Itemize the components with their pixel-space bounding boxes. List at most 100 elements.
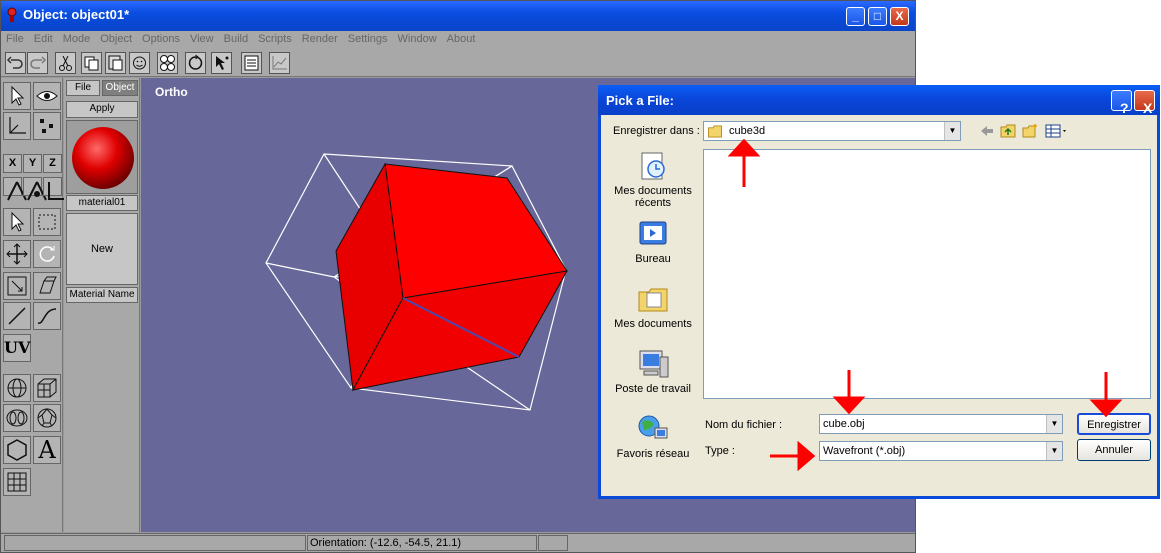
view-menu-icon[interactable] <box>1045 123 1069 139</box>
paste-button[interactable] <box>105 52 126 74</box>
select-tool[interactable] <box>3 82 31 110</box>
box-tool[interactable] <box>33 374 61 402</box>
curve-icon <box>37 308 57 324</box>
list-button[interactable] <box>241 52 262 74</box>
rect-select-tool[interactable] <box>33 208 61 236</box>
status-bar: Orientation: (-12.6, -54.5, 21.1) <box>1 533 915 552</box>
menu-build[interactable]: Build <box>219 31 253 47</box>
move-tool[interactable] <box>3 240 31 268</box>
graph-button[interactable] <box>269 52 290 74</box>
undo-button[interactable] <box>5 52 26 74</box>
menu-settings[interactable]: Settings <box>343 31 393 47</box>
save-button[interactable]: Enregistrer <box>1077 413 1151 435</box>
z-axis-button[interactable]: Z <box>43 154 62 173</box>
scale-tool[interactable] <box>3 272 31 300</box>
material-preview[interactable] <box>66 120 138 194</box>
pick-tool[interactable] <box>3 208 31 236</box>
filename-value: cube.obj <box>823 418 865 430</box>
chevron-down-icon: ▼ <box>1046 442 1062 460</box>
menu-mode[interactable]: Mode <box>58 31 96 47</box>
apply-button[interactable]: Apply <box>66 101 138 118</box>
cancel-button[interactable]: Annuler <box>1077 439 1151 461</box>
axes-tool[interactable] <box>3 112 31 140</box>
maximize-button[interactable]: □ <box>868 7 887 26</box>
my-documents-icon <box>638 288 668 312</box>
place-desktop[interactable]: Bureau <box>606 217 700 265</box>
tab-object[interactable]: Object <box>102 80 138 96</box>
shear-tool[interactable] <box>33 272 61 300</box>
curve-tool[interactable] <box>33 302 61 330</box>
new-folder-icon[interactable] <box>1022 123 1038 139</box>
view-tool[interactable] <box>33 82 61 110</box>
x-axis-button[interactable]: X <box>3 154 22 173</box>
file-list[interactable] <box>703 149 1151 399</box>
menu-edit[interactable]: Edit <box>29 31 58 47</box>
sphere-tool[interactable] <box>3 374 31 402</box>
dialog-close-button[interactable]: X <box>1134 90 1155 116</box>
help-icon: ? <box>1120 100 1129 116</box>
rotate-tool[interactable] <box>33 240 61 268</box>
my-computer-icon <box>639 350 669 378</box>
pick-file-dialog: Pick a File: ? X Enregistrer dans : cube… <box>598 85 1160 499</box>
back-icon[interactable] <box>979 123 995 139</box>
torus-tool[interactable] <box>3 404 31 432</box>
menu-object[interactable]: Object <box>95 31 137 47</box>
points-tool[interactable] <box>33 112 61 140</box>
up-folder-icon[interactable] <box>1000 123 1016 139</box>
menu-render[interactable]: Render <box>297 31 343 47</box>
app-icon <box>7 7 17 22</box>
grid-icon <box>7 472 27 492</box>
help-button[interactable]: ? <box>1111 90 1132 116</box>
polygon-tool[interactable] <box>3 436 31 464</box>
orientation-readout: Orientation: (-12.6, -54.5, 21.1) <box>307 535 537 551</box>
align-tool-3[interactable] <box>43 177 66 200</box>
filename-input[interactable]: cube.obj ▼ <box>819 414 1063 434</box>
place-my-computer[interactable]: Poste de travail <box>606 347 700 395</box>
material-button[interactable] <box>129 52 150 74</box>
align-tool-2[interactable] <box>23 177 47 201</box>
menu-file[interactable]: File <box>1 31 29 47</box>
spheres-button[interactable] <box>157 52 178 74</box>
save-in-dropdown[interactable]: cube3d ▼ <box>703 121 961 141</box>
place-network[interactable]: Favoris réseau <box>606 412 700 460</box>
file-type-dropdown[interactable]: Wavefront (*.obj) ▼ <box>819 441 1063 461</box>
scale-icon <box>7 276 27 296</box>
close-button[interactable]: X <box>890 7 909 26</box>
line-tool[interactable] <box>3 302 31 330</box>
tab-file[interactable]: File <box>66 80 100 96</box>
new-material-button[interactable]: New <box>66 213 138 285</box>
place-recent-label: Mes documents récents <box>614 185 692 209</box>
point-cursor-icon <box>216 56 229 70</box>
align-tool-1[interactable] <box>3 177 27 201</box>
chevron-down-icon: ▼ <box>944 122 960 140</box>
menu-window[interactable]: Window <box>393 31 442 47</box>
geodesic-tool[interactable] <box>33 404 61 432</box>
select-point-button[interactable] <box>211 52 232 74</box>
place-my-documents[interactable]: Mes documents <box>606 282 700 330</box>
uv-tool[interactable]: UV <box>3 334 31 362</box>
grid-tool[interactable] <box>3 468 31 496</box>
menu-about[interactable]: About <box>442 31 481 47</box>
minimize-icon: _ <box>852 9 859 23</box>
place-my-computer-label: Poste de travail <box>615 383 691 395</box>
material-name-label: Material Name <box>66 287 138 303</box>
text-tool[interactable]: A <box>33 436 61 464</box>
minimize-button[interactable]: _ <box>846 7 865 26</box>
menu-scripts[interactable]: Scripts <box>253 31 297 47</box>
copy-icon <box>84 56 99 71</box>
place-recent[interactable]: Mes documents récents <box>606 149 700 209</box>
dialog-title-bar[interactable]: Pick a File: ? X <box>598 85 1160 116</box>
copy-button[interactable] <box>81 52 102 74</box>
menu-view[interactable]: View <box>185 31 219 47</box>
title-bar[interactable]: Object: object01* _ □ X <box>1 1 915 31</box>
maximize-icon: □ <box>873 9 882 23</box>
redo-icon <box>30 56 47 69</box>
geodesic-icon <box>37 408 57 428</box>
y-axis-button[interactable]: Y <box>23 154 42 173</box>
rotate-icon <box>188 54 203 70</box>
cut-button[interactable] <box>55 52 76 74</box>
undo-icon <box>6 56 23 69</box>
menu-options[interactable]: Options <box>137 31 185 47</box>
redo-button[interactable] <box>27 52 48 74</box>
rotate-view-button[interactable] <box>185 52 206 74</box>
